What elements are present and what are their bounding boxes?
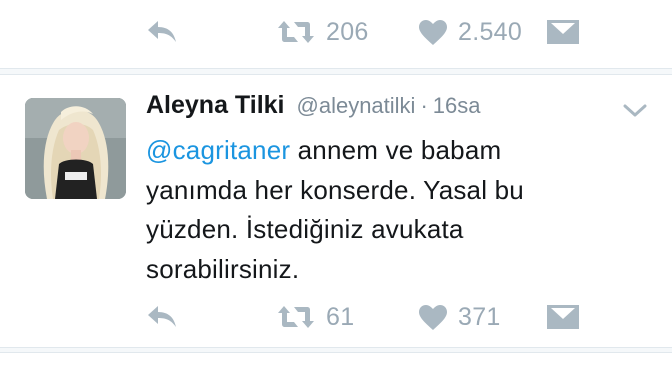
direct-message-button[interactable]: [546, 297, 580, 337]
tweet-text-line-3: yüzden. İstediğiniz avukata: [146, 214, 464, 244]
tweet-timestamp[interactable]: 16sa: [433, 93, 481, 119]
tweet-text-line-4: sorabilirsiniz.: [146, 253, 300, 284]
separator-dot: ·: [420, 93, 428, 118]
next-tweet: [0, 352, 672, 379]
reply-button[interactable]: [146, 12, 178, 52]
reply-icon: [148, 21, 176, 42]
author-name[interactable]: Aleyna Tilki: [146, 91, 285, 120]
retweet-icon: [278, 21, 314, 43]
direct-message-icon: [547, 305, 579, 329]
like-button[interactable]: 371: [418, 297, 501, 337]
tweet-menu-button[interactable]: [620, 100, 650, 122]
like-button[interactable]: 2.540: [418, 12, 522, 52]
avatar[interactable]: [25, 98, 126, 199]
retweet-button[interactable]: 206: [276, 12, 369, 52]
reply-icon: [148, 306, 176, 327]
like-count: 371: [458, 302, 501, 331]
twitter-timeline: 206 2.540 Aleyna Tilki @aleynatilki · 16…: [0, 0, 672, 379]
heart-icon: [419, 19, 447, 45]
tweet-text: @cagritaner annem ve babam yanımda her k…: [146, 131, 626, 289]
reply-button[interactable]: [146, 297, 178, 337]
tweet-text-line-1: annem ve babam: [290, 135, 502, 165]
retweet-count: 61: [326, 302, 355, 331]
tweet-header: Aleyna Tilki @aleynatilki · 16sa: [146, 91, 626, 125]
author-handle[interactable]: @aleynatilki: [297, 93, 416, 119]
chevron-down-icon: [623, 104, 647, 117]
like-count: 2.540: [458, 17, 523, 46]
tweet-actions: 206 2.540: [0, 12, 672, 52]
heart-icon: [419, 304, 447, 330]
profile-photo: [25, 98, 126, 199]
retweet-button[interactable]: 61: [276, 297, 354, 337]
previous-tweet: 206 2.540: [0, 0, 672, 69]
mention-link[interactable]: @cagritaner: [146, 135, 290, 165]
tweet-text-line-2: yanımda her konserde. Yasal bu: [146, 174, 524, 205]
tweet-content: Aleyna Tilki @aleynatilki · 16sa @cagrit…: [146, 91, 626, 289]
tweet-actions: 61 371: [0, 297, 672, 337]
retweet-count: 206: [326, 17, 369, 46]
direct-message-button[interactable]: [546, 12, 580, 52]
direct-message-icon: [547, 20, 579, 44]
tweet-card[interactable]: Aleyna Tilki @aleynatilki · 16sa @cagrit…: [0, 74, 672, 348]
retweet-icon: [278, 306, 314, 328]
